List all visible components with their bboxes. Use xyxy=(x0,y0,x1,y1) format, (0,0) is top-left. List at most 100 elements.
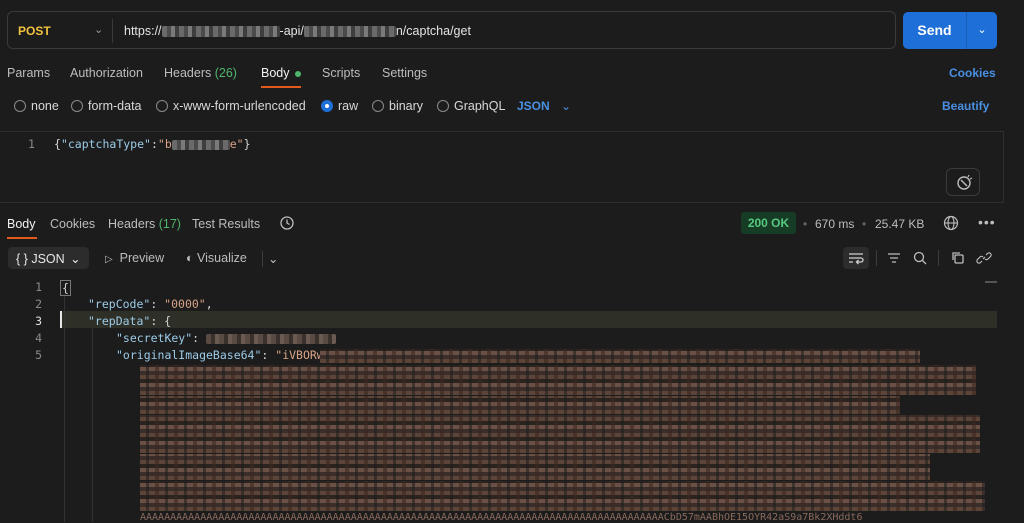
response-line: "originalImageBase64": "iVBORw xyxy=(116,348,324,362)
url-prefix: https:// xyxy=(124,24,162,38)
filter-icon[interactable] xyxy=(886,250,902,266)
redacted-text xyxy=(171,139,230,150)
tab-headers[interactable]: Headers (26) xyxy=(164,66,237,80)
wrap-lines-button[interactable] xyxy=(843,247,869,269)
response-line: "repCode": "0000", xyxy=(88,297,213,311)
send-button-group: Send ⌄ xyxy=(903,12,997,49)
code-colon: : xyxy=(150,137,158,151)
redacted-text xyxy=(161,26,280,38)
code-key: "captchaType" xyxy=(60,137,151,151)
link-icon[interactable] xyxy=(976,250,992,266)
line-number: 1 xyxy=(28,137,35,151)
response-tab-cookies[interactable]: Cookies xyxy=(50,217,95,231)
radio-urlencoded[interactable] xyxy=(156,100,168,112)
tab-settings[interactable]: Settings xyxy=(382,66,427,80)
indent-guide xyxy=(92,328,93,522)
divider xyxy=(262,251,263,267)
divider xyxy=(112,19,113,43)
radio-graphql[interactable] xyxy=(437,100,449,112)
line-number: 1 xyxy=(35,280,42,294)
code-punct: , xyxy=(205,297,213,311)
tab-scripts[interactable]: Scripts xyxy=(322,66,360,80)
body-format-dropdown[interactable]: JSON ⌄ xyxy=(517,99,571,113)
response-tab-headers[interactable]: Headers (17) xyxy=(108,217,181,231)
code-string: e" xyxy=(229,137,244,151)
scrollbar-thumb[interactable] xyxy=(985,281,997,283)
radio-raw-label: raw xyxy=(338,99,359,113)
code-punct: : { xyxy=(150,314,172,328)
radio-raw[interactable] xyxy=(321,100,333,112)
cookies-link[interactable]: Cookies xyxy=(949,66,996,80)
chevron-down-icon[interactable]: ⌄ xyxy=(94,23,103,36)
body-format-label: JSON xyxy=(517,99,550,113)
visualize-button[interactable]: ◐ Visualize xyxy=(186,251,247,265)
divider xyxy=(876,250,877,266)
beautify-link[interactable]: Beautify xyxy=(942,99,989,113)
copy-icon[interactable] xyxy=(950,250,966,266)
radio-urlencoded-label: x-www-form-urlencoded xyxy=(173,99,306,113)
response-tab-headers-label: Headers xyxy=(108,217,156,231)
line-number: 4 xyxy=(35,331,42,345)
status-badge[interactable]: 200 OK xyxy=(741,212,796,234)
radio-binary[interactable] xyxy=(372,100,384,112)
response-time[interactable]: 670 ms xyxy=(815,217,854,231)
line-number: 5 xyxy=(35,348,42,362)
code-string: "iVBORw xyxy=(275,348,324,362)
modified-dot-icon xyxy=(294,70,301,77)
tab-body-label: Body xyxy=(261,66,290,80)
chevron-down-icon[interactable]: ⌄ xyxy=(268,251,278,266)
send-button[interactable]: Send xyxy=(903,12,966,49)
redacted-image-data xyxy=(140,396,900,414)
response-format-label: JSON xyxy=(31,252,65,266)
search-icon[interactable] xyxy=(912,250,928,266)
redacted-text xyxy=(206,333,337,344)
request-body-line: {"captchaType":"b e"} xyxy=(54,137,251,151)
url-bar: POST ⌄ https:// -api/n/captcha/get xyxy=(7,11,896,49)
globe-icon[interactable] xyxy=(943,215,959,231)
tab-headers-count: (26) xyxy=(214,66,237,80)
braces-icon: { } xyxy=(16,252,28,266)
code-punct: : xyxy=(192,331,207,345)
text-cursor xyxy=(60,311,62,328)
tab-authorization[interactable]: Authorization xyxy=(70,66,143,80)
response-format-value: { } JSON ⌄ xyxy=(16,251,81,266)
indent-guide xyxy=(64,295,65,522)
divider xyxy=(938,250,939,266)
redacted-image-data xyxy=(140,454,930,480)
code-key: "repData" xyxy=(88,314,151,328)
response-tab-test-results[interactable]: Test Results xyxy=(192,217,260,231)
radio-graphql-label: GraphQL xyxy=(454,99,506,113)
redacted-image-data xyxy=(320,349,920,363)
code-string: AAAAAAAAAAAAAAAAAAAAAAAAAAAAAAAAAAAAAAAA… xyxy=(140,512,863,523)
code-key: "originalImageBase64" xyxy=(116,348,262,362)
method-select[interactable]: POST xyxy=(18,24,51,38)
separator-dot: • xyxy=(803,217,808,231)
visualize-label: Visualize xyxy=(197,251,247,265)
play-icon: ▷ xyxy=(105,254,113,265)
radio-binary-label: binary xyxy=(389,99,424,113)
url-input[interactable]: https:// -api/n/captcha/get xyxy=(124,24,471,38)
redacted-text xyxy=(303,26,396,38)
radio-form-data[interactable] xyxy=(71,100,83,112)
tab-body[interactable]: Body xyxy=(261,66,301,80)
radio-none-label: none xyxy=(31,99,59,113)
send-options-chevron-icon[interactable]: ⌄ xyxy=(967,12,997,49)
radio-none[interactable] xyxy=(14,100,26,112)
more-options-icon[interactable]: ••• xyxy=(978,214,996,230)
response-tab-body[interactable]: Body xyxy=(7,217,36,231)
tab-params[interactable]: Params xyxy=(7,66,50,80)
history-icon[interactable] xyxy=(279,215,295,231)
url-mid: -api/ xyxy=(279,24,304,38)
code-punct: : xyxy=(261,348,276,362)
current-line-highlight xyxy=(60,311,997,328)
response-line: "repData": { xyxy=(88,314,171,328)
ai-assist-button[interactable] xyxy=(946,168,980,196)
preview-button[interactable]: ▷ Preview xyxy=(105,251,164,265)
code-string: "b xyxy=(157,137,172,151)
response-size[interactable]: 25.47 KB xyxy=(875,217,924,231)
code-punct: : xyxy=(150,297,165,311)
code-brace: { xyxy=(60,280,71,296)
chevron-down-icon: ⌄ xyxy=(70,252,81,266)
code-key: "secretKey" xyxy=(116,331,193,345)
response-format-dropdown[interactable]: { } JSON ⌄ xyxy=(8,247,89,269)
